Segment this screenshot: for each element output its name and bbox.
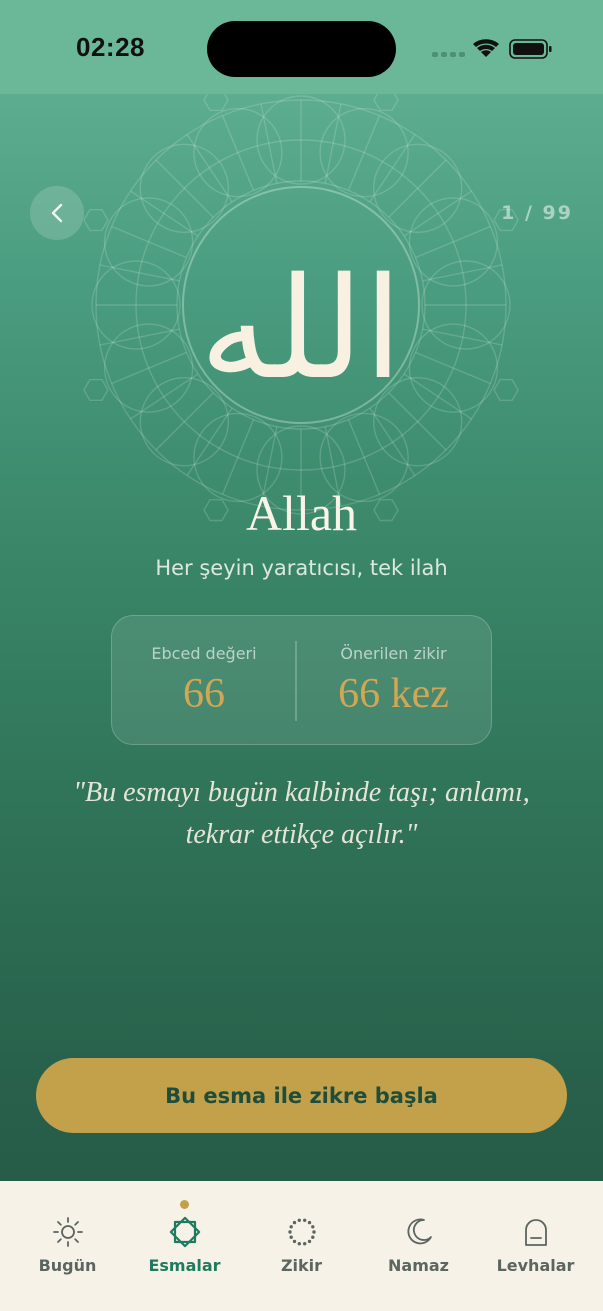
quote-line-2: tekrar ettikçe açılır." <box>185 819 418 850</box>
quote: "Bu esmayı bugün kalbinde taşı; anlamı, … <box>40 772 563 856</box>
dynamic-island <box>207 21 396 77</box>
tab-bar: Bugün Esmalar Zikir Namaz Levhalar <box>0 1181 603 1311</box>
status-icons <box>432 39 552 59</box>
arabic-name: الله <box>199 248 403 411</box>
wifi-icon <box>473 39 499 57</box>
back-button[interactable] <box>30 186 84 240</box>
name-meaning: Her şeyin yaratıcısı, tek ilah <box>155 556 448 580</box>
ebced-label: Ebced değeri <box>151 644 257 663</box>
tab-esmalar[interactable]: Esmalar <box>126 1181 243 1311</box>
page-counter: 1 / 99 <box>501 202 573 224</box>
prayer-beads-icon <box>287 1218 316 1246</box>
tab-namaz[interactable]: Namaz <box>360 1181 477 1311</box>
zikir-section: Önerilen zikir 66 kez <box>296 616 491 746</box>
sun-icon <box>52 1217 83 1247</box>
tab-levhalar[interactable]: Levhalar <box>477 1181 594 1311</box>
esma-detail-screen: 02:28 1 / 99 الله Allah Her şeyin yaratı… <box>0 0 603 1311</box>
status-time: 02:28 <box>76 32 145 62</box>
signal-icon <box>432 52 465 57</box>
info-card: Ebced değeri 66 Önerilen zikir 66 kez <box>111 615 492 745</box>
tab-zikir[interactable]: Zikir <box>243 1181 360 1311</box>
status-bar: 02:28 <box>0 0 603 94</box>
ebced-value: 66 <box>183 671 225 717</box>
tab-label: Bugün <box>38 1256 97 1275</box>
tab-label: Levhalar <box>496 1256 575 1275</box>
tab-label: Zikir <box>280 1256 323 1275</box>
tab-label: Esmalar <box>148 1256 221 1275</box>
star-octagon-icon <box>169 1216 200 1248</box>
tab-bugun[interactable]: Bugün <box>9 1181 126 1311</box>
name-title: Allah <box>245 485 358 541</box>
zikir-label: Önerilen zikir <box>340 644 447 663</box>
zikir-value: 66 kez <box>338 671 449 717</box>
start-zikir-button[interactable]: Bu esma ile zikre başla <box>36 1058 567 1133</box>
frame-arch-icon <box>524 1219 547 1246</box>
active-indicator <box>180 1200 189 1209</box>
ebced-section: Ebced değeri 66 <box>112 616 296 746</box>
moon-icon <box>406 1218 432 1245</box>
battery-icon <box>509 39 552 59</box>
tab-label: Namaz <box>388 1256 449 1275</box>
quote-line-1: "Bu esmayı bugün kalbinde taşı; anlamı, <box>73 777 530 808</box>
chevron-left-icon <box>51 203 63 223</box>
